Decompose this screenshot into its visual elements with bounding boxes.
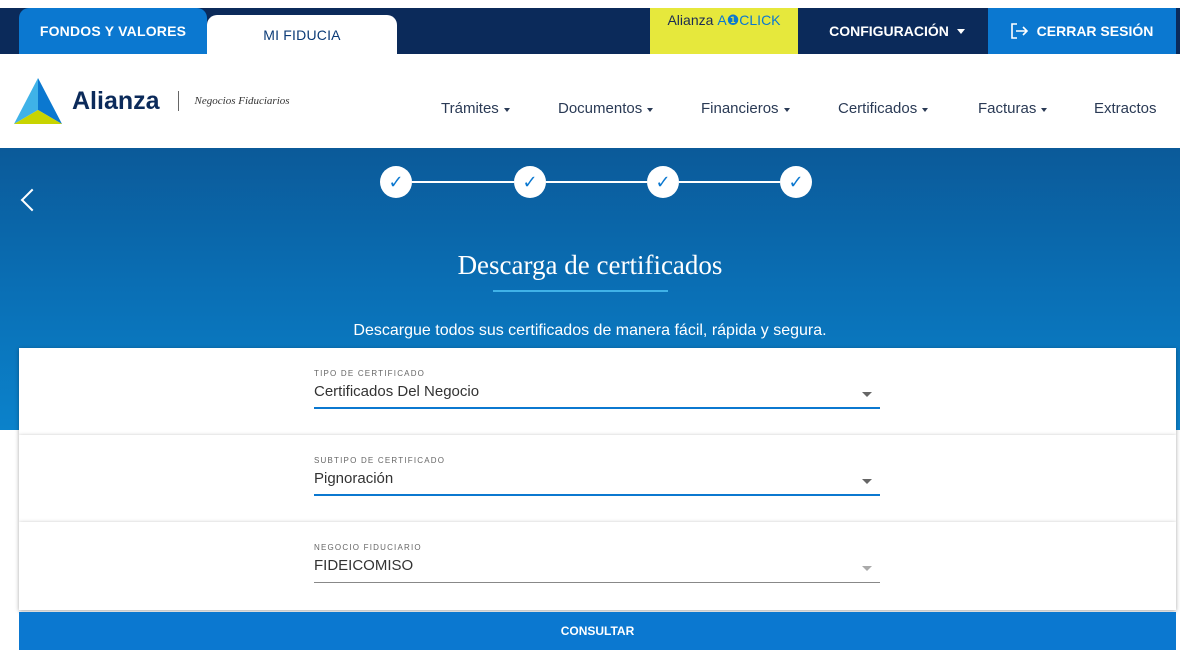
nav-label: Trámites <box>441 100 499 117</box>
check-icon: ✓ <box>522 172 538 192</box>
step-connector <box>546 181 647 183</box>
caret-down-icon <box>783 107 790 112</box>
check-icon: ✓ <box>788 172 804 192</box>
tipo-certificado-card: TIPO DE CERTIFICADO Certificados Del Neg… <box>19 348 1176 435</box>
logout-icon <box>1010 23 1028 39</box>
step-4: ✓ <box>780 166 812 198</box>
one-click-suffix: A❶CLICK <box>717 12 781 28</box>
nav-label: Documentos <box>558 100 643 117</box>
field-underline <box>314 407 880 409</box>
nav-label: Extractos <box>1094 100 1157 117</box>
field-label: SUBTIPO DE CERTIFICADO <box>314 456 446 465</box>
stepper: ✓ ✓ ✓ ✓ <box>380 166 820 198</box>
top-bar: FONDOS Y VALORES MI FIDUCIA Alianza A❶CL… <box>0 0 1180 60</box>
main-nav: Trámites Documentos Financieros Certific… <box>0 100 1180 120</box>
logout-button[interactable]: CERRAR SESIÓN <box>988 8 1176 54</box>
alianza-one-click-button[interactable]: Alianza A❶CLICK <box>650 8 798 54</box>
logout-label: CERRAR SESIÓN <box>1036 23 1154 39</box>
configuracion-dropdown[interactable]: CONFIGURACIÓN <box>812 8 982 54</box>
caret-down-icon <box>647 107 654 112</box>
step-connector <box>679 181 780 183</box>
field-label: TIPO DE CERTIFICADO <box>314 369 426 378</box>
step-2: ✓ <box>514 166 546 198</box>
tab-mi-fiducia[interactable]: MI FIDUCIA <box>207 15 397 54</box>
field-value: Certificados Del Negocio <box>314 383 480 400</box>
nav-facturas[interactable]: Facturas <box>978 100 1048 117</box>
step-3: ✓ <box>647 166 679 198</box>
check-icon: ✓ <box>388 172 404 192</box>
field-underline <box>314 582 880 583</box>
one-click-brand: Alianza <box>667 12 714 28</box>
nav-tramites[interactable]: Trámites <box>441 100 510 117</box>
tab-fondos-y-valores[interactable]: FONDOS Y VALORES <box>19 8 207 54</box>
subtipo-certificado-card: SUBTIPO DE CERTIFICADO Pignoración <box>19 435 1176 522</box>
select-caret-icon <box>862 566 872 571</box>
negocio-fiduciario-card: NEGOCIO FIDUCIARIO FIDEICOMISO <box>19 522 1176 610</box>
page-title: Descarga de certificados <box>457 250 723 280</box>
main-header: Alianza Negocios Fiduciarios Trámites Do… <box>0 60 1180 148</box>
title-underline <box>493 290 668 292</box>
field-value: FIDEICOMISO <box>314 557 414 574</box>
nav-label: Financieros <box>701 100 779 117</box>
caret-down-icon <box>503 107 510 112</box>
page-subtitle: Descargue todos sus certificados de mane… <box>353 322 827 339</box>
step-connector <box>412 181 514 183</box>
select-caret-icon <box>862 392 872 397</box>
field-label: NEGOCIO FIDUCIARIO <box>314 543 422 552</box>
negocio-fiduciario-select[interactable]: NEGOCIO FIDUCIARIO FIDEICOMISO <box>314 522 880 583</box>
subtipo-certificado-select[interactable]: SUBTIPO DE CERTIFICADO Pignoración <box>314 435 880 496</box>
configuracion-label: CONFIGURACIÓN <box>829 23 949 39</box>
nav-label: Certificados <box>838 100 918 117</box>
field-underline <box>314 494 880 496</box>
nav-certificados[interactable]: Certificados <box>838 100 929 117</box>
chevron-down-icon <box>956 28 965 34</box>
field-value: Pignoración <box>314 470 394 487</box>
select-caret-icon <box>862 479 872 484</box>
back-arrow-icon[interactable] <box>20 188 44 212</box>
nav-financieros[interactable]: Financieros <box>701 100 790 117</box>
consultar-button[interactable]: CONSULTAR <box>19 612 1176 650</box>
caret-down-icon <box>922 107 929 112</box>
nav-label: Facturas <box>978 100 1037 117</box>
check-icon: ✓ <box>655 172 671 192</box>
tipo-certificado-select[interactable]: TIPO DE CERTIFICADO Certificados Del Neg… <box>314 348 880 409</box>
nav-extractos[interactable]: Extractos <box>1094 100 1157 117</box>
caret-down-icon <box>1041 107 1048 112</box>
step-1: ✓ <box>380 166 412 198</box>
nav-documentos[interactable]: Documentos <box>558 100 654 117</box>
